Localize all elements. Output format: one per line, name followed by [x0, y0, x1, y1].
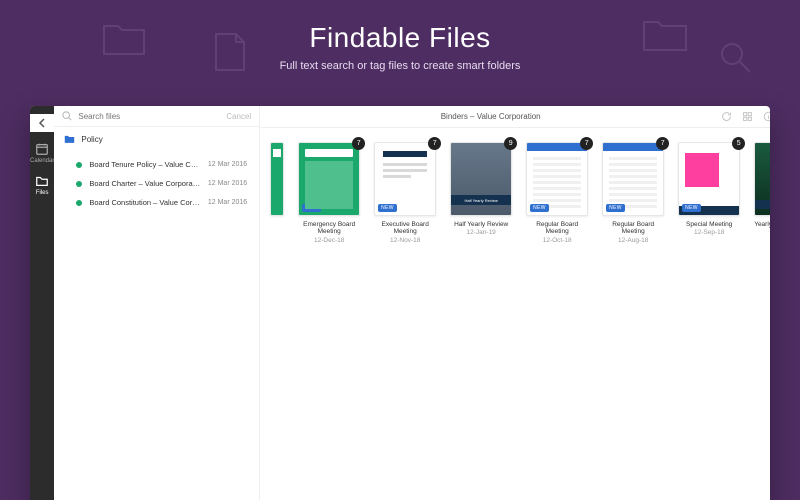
search-icon	[62, 111, 72, 121]
file-date: 12 Mar 2016	[208, 161, 247, 168]
toolbar: Binders – Value Corporation	[260, 106, 770, 128]
files-icon	[35, 174, 49, 188]
nav-tab-files[interactable]: Files	[35, 174, 49, 196]
status-dot-icon	[76, 181, 82, 187]
binder-thumbnail: NEW	[298, 142, 360, 216]
binder-date: 12-Dec-18	[314, 237, 344, 244]
binder-thumbnail: NEW	[678, 142, 740, 216]
file-name: Board Tenure Policy – Value Corporation	[89, 160, 201, 169]
file-date: 12 Mar 2016	[208, 199, 247, 206]
binder-title: Regular Board Meeting	[602, 221, 664, 236]
binder-card[interactable]: NEW 7 Regular Board Meeting 12-Oct-18	[526, 142, 588, 244]
search-bar: Cancel	[54, 106, 259, 127]
count-badge: 5	[732, 137, 745, 150]
file-row[interactable]: Board Constitution – Value Corporation 1…	[54, 193, 259, 212]
binder-thumbnail	[270, 142, 284, 216]
binder-title: Executive Board Meeting	[374, 221, 436, 236]
thumb-caption: Half Yearly Review	[451, 195, 511, 205]
binder-thumbnail: NEW	[526, 142, 588, 216]
search-cancel[interactable]: Cancel	[226, 112, 251, 121]
binder-thumbnail: Yearly Meeting	[754, 142, 770, 216]
file-row[interactable]: Board Charter – Value Corporation 12 Mar…	[54, 174, 259, 193]
count-badge: 7	[352, 137, 365, 150]
binder-date: 12-Nov-18	[390, 237, 420, 244]
calendar-icon	[35, 142, 49, 156]
search-input[interactable]	[78, 112, 220, 121]
nav-rail: Calendar Files	[30, 106, 54, 500]
binder-card[interactable]: NEW 5 Special Meeting 12-Sep-18	[678, 142, 740, 236]
count-badge: 7	[580, 137, 593, 150]
binder-thumbnail: NEW	[374, 142, 436, 216]
file-row[interactable]: Board Tenure Policy – Value Corporation …	[54, 155, 259, 174]
file-name: Board Charter – Value Corporation	[89, 179, 201, 188]
new-badge: NEW	[530, 204, 549, 212]
main-area: Binders – Value Corporation NEW 7 Emer	[260, 106, 770, 500]
binder-card[interactable]: Half Yearly Review 9 Half Yearly Review …	[450, 142, 512, 236]
nav-tab-calendar[interactable]: Calendar	[30, 142, 54, 164]
file-list: Board Tenure Policy – Value Corporation …	[54, 151, 259, 216]
grid-icon[interactable]	[742, 111, 753, 122]
binder-date: 12-Jan-19	[467, 229, 496, 236]
folder-row[interactable]: Policy	[54, 127, 259, 151]
binder-date: 12-Aug-18	[618, 237, 648, 244]
hero-subtitle: Full text search or tag files to create …	[0, 60, 800, 72]
new-badge: NEW	[302, 204, 321, 212]
status-dot-icon	[76, 162, 82, 168]
new-badge: NEW	[682, 204, 701, 212]
count-badge: 7	[656, 137, 669, 150]
binder-title: Special Meeting	[686, 221, 732, 228]
info-icon[interactable]	[763, 111, 770, 122]
new-badge: NEW	[378, 204, 397, 212]
toolbar-title: Binders – Value Corporation	[270, 112, 711, 121]
count-badge: 7	[428, 137, 441, 150]
binder-thumbnail: NEW	[602, 142, 664, 216]
binder-title: Yearly Board Meeting	[754, 221, 770, 228]
back-button[interactable]	[30, 114, 54, 132]
folder-label: Policy	[81, 135, 102, 144]
binder-date: 12-Oct-18	[543, 237, 572, 244]
new-badge: NEW	[606, 204, 625, 212]
binder-card[interactable]: NEW 7 Executive Board Meeting 12-Nov-18	[374, 142, 436, 244]
binder-title: Regular Board Meeting	[526, 221, 588, 236]
file-name: Board Constitution – Value Corporation	[89, 198, 201, 207]
binder-card[interactable]: NEW 7 Emergency Board Meeting 12-Dec-18	[298, 142, 360, 244]
side-panel: Cancel Policy Board Tenure Policy – Valu…	[54, 106, 260, 500]
nav-tab-label: Calendar	[30, 158, 54, 164]
binder-title: Half Yearly Review	[454, 221, 508, 228]
count-badge: 9	[504, 137, 517, 150]
binder-date: 12-Sep-18	[694, 229, 724, 236]
refresh-icon[interactable]	[721, 111, 732, 122]
status-dot-icon	[76, 200, 82, 206]
binder-card[interactable]: Yearly Meeting 8 Yearly Board Meeting 12…	[754, 142, 770, 236]
binder-grid: NEW 7 Emergency Board Meeting 12-Dec-18 …	[260, 128, 770, 500]
binder-thumbnail: Half Yearly Review	[450, 142, 512, 216]
binder-card[interactable]	[270, 142, 284, 216]
nav-tab-label: Files	[36, 190, 49, 196]
binder-title: Emergency Board Meeting	[298, 221, 360, 236]
file-date: 12 Mar 2016	[208, 180, 247, 187]
binder-card[interactable]: NEW 7 Regular Board Meeting 12-Aug-18	[602, 142, 664, 244]
app-window: Calendar Files Cancel Policy Board Ten	[30, 106, 770, 500]
marketing-background: Findable Files Full text search or tag f…	[0, 0, 800, 500]
folder-icon	[64, 134, 75, 144]
thumb-caption: Yearly Meeting	[755, 200, 770, 209]
